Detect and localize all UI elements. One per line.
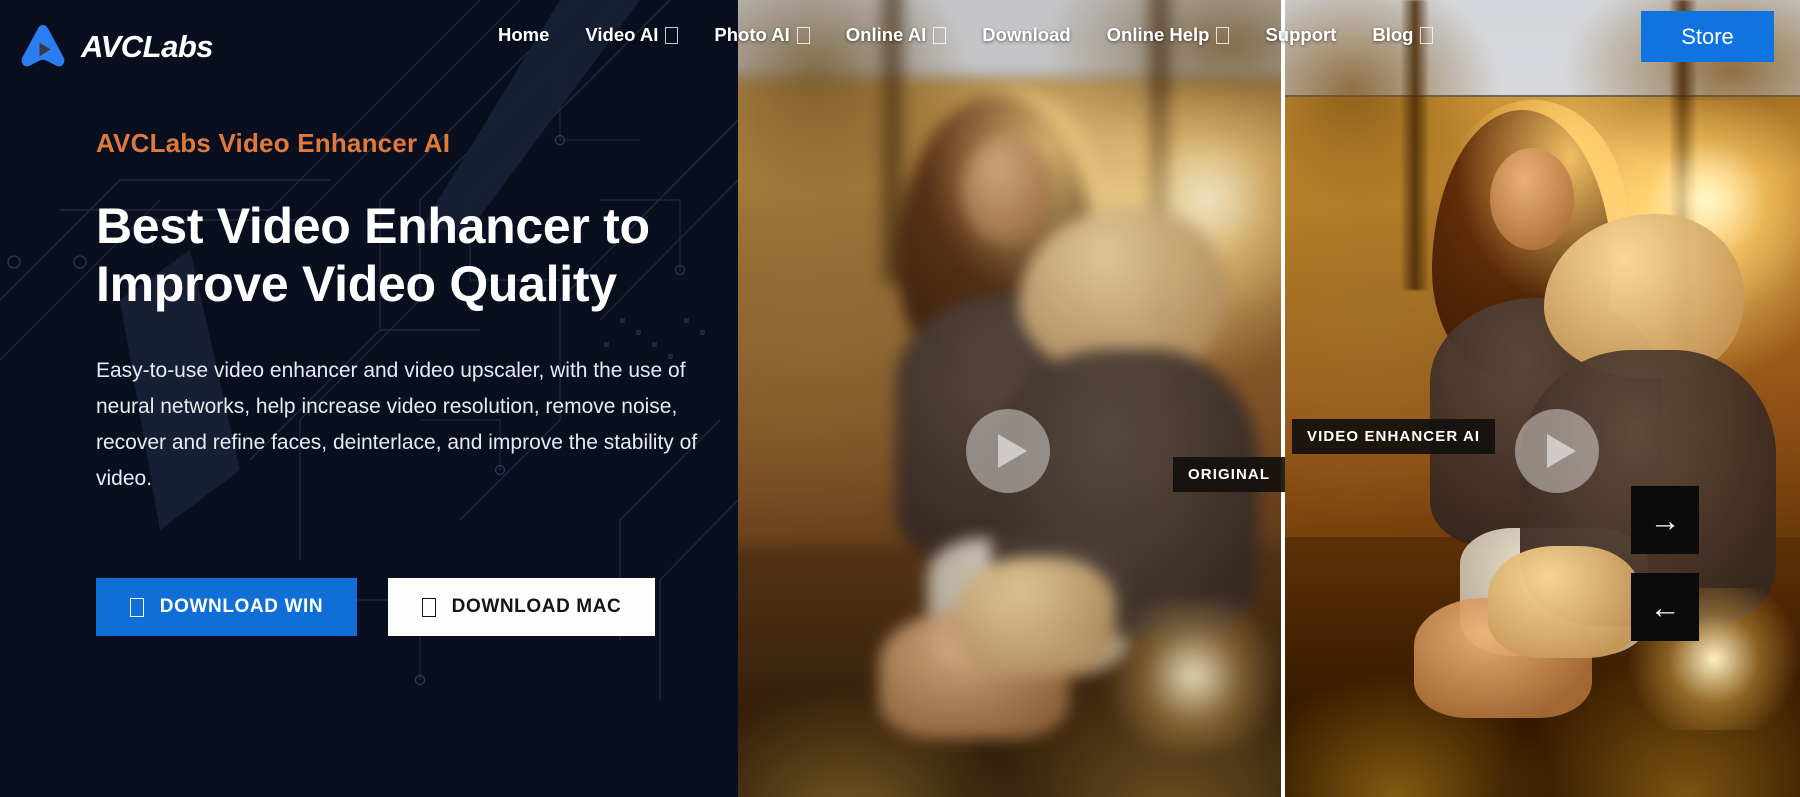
play-icon: [1546, 434, 1576, 468]
nav-item-photo-ai[interactable]: Photo AI: [696, 24, 827, 46]
chevron-down-icon: [796, 26, 810, 44]
main-navigation: Home Video AI Photo AI Online AI Downloa…: [480, 24, 1451, 46]
hero-eyebrow: AVCLabs Video Enhancer AI: [96, 128, 451, 158]
nav-label: Photo AI: [714, 24, 790, 45]
enhanced-video-pane[interactable]: [1282, 0, 1800, 797]
nav-label: Home: [498, 24, 550, 45]
enhanced-label-badge: VIDEO ENHANCER AI: [1292, 419, 1496, 454]
chevron-down-icon: [1216, 26, 1230, 44]
landing-page: AVCLabs Video Enhancer AI Best Video Enh…: [0, 0, 1800, 797]
next-slide-button[interactable]: →: [1631, 486, 1699, 554]
download-win-label: DOWNLOAD WIN: [159, 596, 324, 617]
nav-label: Download: [982, 24, 1071, 45]
nav-label: Video AI: [585, 24, 659, 45]
site-header: AVCLabs Home Video AI Photo AI Online AI…: [0, 0, 1800, 97]
chevron-down-icon: [665, 26, 679, 44]
arrow-right-icon: →: [1649, 502, 1681, 538]
headline-line-2: Improve Video Quality: [96, 256, 617, 312]
comparison-divider[interactable]: [1281, 0, 1285, 797]
nav-label: Blog: [1372, 24, 1414, 45]
nav-item-home[interactable]: Home: [480, 24, 567, 46]
logo-text: AVCLabs: [81, 29, 214, 64]
windows-logo-icon: [129, 597, 144, 617]
original-photo: [736, 0, 1282, 797]
nav-item-download[interactable]: Download: [964, 24, 1088, 46]
nav-item-support[interactable]: Support: [1247, 24, 1354, 46]
play-button-original[interactable]: [966, 409, 1050, 493]
store-button[interactable]: Store: [1641, 11, 1774, 62]
hero-copy: AVCLabs Video Enhancer AI Best Video Enh…: [96, 128, 726, 497]
headline-line-1: Best Video Enhancer to: [96, 198, 650, 254]
nav-label: Support: [1265, 24, 1337, 45]
apple-logo-icon: [421, 597, 436, 617]
page-title: Best Video Enhancer to Improve Video Qua…: [96, 197, 726, 313]
nav-label: Online AI: [845, 24, 927, 45]
play-icon: [997, 434, 1027, 468]
avclabs-play-triangle-logo-icon: [21, 25, 65, 67]
chevron-down-icon: [933, 26, 947, 44]
logo[interactable]: AVCLabs: [18, 22, 214, 72]
arrow-left-icon: ←: [1649, 589, 1681, 625]
original-label-badge: ORIGINAL: [1173, 457, 1286, 492]
original-video-pane[interactable]: [736, 0, 1282, 797]
prev-slide-button[interactable]: ←: [1631, 573, 1699, 641]
hero-description: Easy-to-use video enhancer and video ups…: [96, 359, 698, 491]
download-mac-label: DOWNLOAD MAC: [451, 596, 622, 617]
nav-item-online-help[interactable]: Online Help: [1089, 24, 1248, 46]
play-button-enhanced[interactable]: [1515, 409, 1599, 493]
download-mac-button[interactable]: DOWNLOAD MAC: [388, 578, 655, 636]
nav-item-video-ai[interactable]: Video AI: [567, 24, 696, 46]
download-button-row: DOWNLOAD WIN DOWNLOAD MAC: [96, 578, 655, 636]
nav-label: Online Help: [1106, 24, 1210, 45]
nav-item-blog[interactable]: Blog: [1354, 24, 1451, 46]
nav-item-online-ai[interactable]: Online AI: [828, 24, 965, 46]
enhanced-photo: [1282, 0, 1800, 797]
download-win-button[interactable]: DOWNLOAD WIN: [96, 578, 357, 636]
chevron-down-icon: [1420, 26, 1434, 44]
